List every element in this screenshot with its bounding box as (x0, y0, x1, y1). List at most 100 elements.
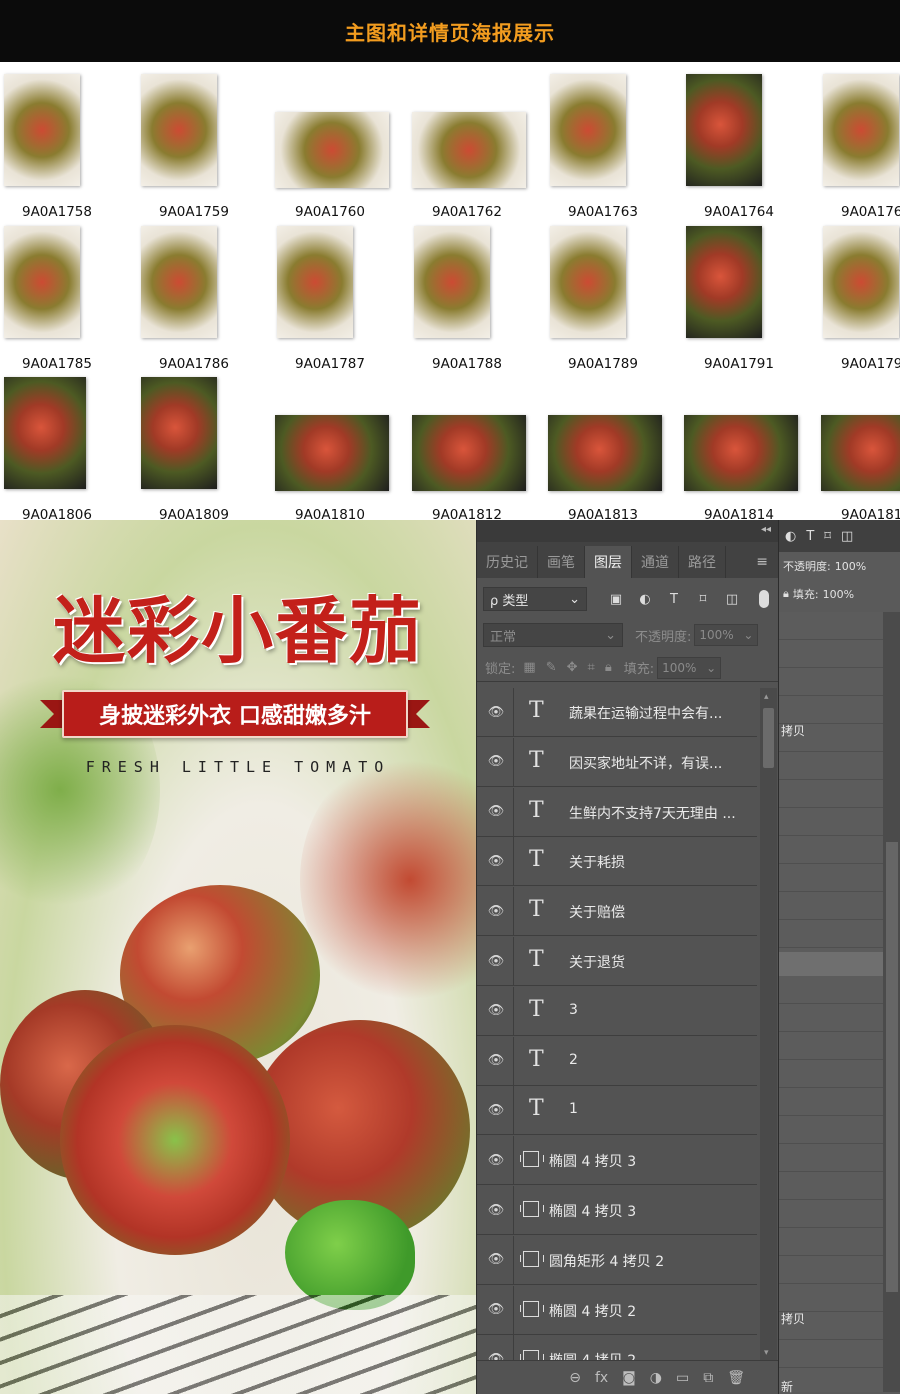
thumbnail-image[interactable] (550, 226, 626, 338)
layer-name[interactable]: 蔬果在运输过程中会有... (569, 703, 722, 723)
shape-filter-icon[interactable]: ⌑ (694, 590, 712, 608)
thumbnail-item[interactable]: 9A0A1763 (548, 72, 684, 223)
thumbnail-item[interactable]: 9A0A1785 (2, 224, 138, 375)
thumbnail-image[interactable] (684, 415, 798, 491)
add-mask-icon[interactable]: ◙ (622, 1370, 636, 1386)
thumbnail-image[interactable] (412, 112, 526, 188)
layer-name[interactable]: 3 (569, 1002, 578, 1018)
side-scrollbar-thumb[interactable] (886, 842, 898, 1292)
visibility-eye-icon[interactable]: 👁︎ (487, 1350, 505, 1360)
tab-0[interactable]: 历史记 (477, 546, 538, 578)
text-icon[interactable]: T (806, 529, 814, 544)
visibility-eye-icon[interactable]: 👁︎ (487, 1301, 505, 1319)
thumbnail-image[interactable] (275, 415, 389, 491)
layer-row[interactable]: 👁︎ T 因买家地址不详，有误... (477, 737, 757, 787)
thumbnail-image[interactable] (141, 74, 217, 186)
layer-row[interactable]: 👁︎ T 2 (477, 1036, 757, 1086)
thumbnail-item[interactable]: 9A0A1813 (548, 375, 684, 526)
layer-name[interactable]: 椭圆 4 拷贝 2 (549, 1301, 636, 1321)
layer-name[interactable]: 关于退货 (569, 952, 625, 972)
thumbnail-item[interactable]: 9A0A1786 (139, 224, 275, 375)
opacity-field[interactable]: 100% ⌄ (694, 624, 759, 646)
thumbnail-image[interactable] (4, 377, 86, 489)
panel-menu-icon[interactable]: ≡ (756, 554, 768, 570)
layer-row[interactable]: 👁︎ T 生鲜内不支持7天无理由 ... (477, 787, 757, 837)
thumbnail-image[interactable] (141, 226, 217, 338)
thumbnail-image[interactable] (277, 226, 353, 338)
new-layer-icon[interactable]: ⧉ (703, 1370, 713, 1386)
trash-icon[interactable]: 🗑︎ (727, 1370, 745, 1386)
thumbnail-item[interactable]: 9A0A1758 (2, 72, 138, 223)
layer-name[interactable]: 椭圆 4 拷贝 2 (549, 1350, 636, 1360)
visibility-eye-icon[interactable]: 👁︎ (487, 753, 505, 771)
thumbnail-item[interactable]: 9A0A1817 (821, 375, 900, 526)
adjustment-filter-icon[interactable]: ◐ (636, 590, 654, 608)
smart-object-filter-icon[interactable]: ◫ (723, 590, 741, 608)
visibility-eye-icon[interactable]: 👁︎ (487, 1002, 505, 1020)
layer-name[interactable]: 因买家地址不详，有误... (569, 753, 722, 773)
collapse-icon[interactable]: ◂◂ (761, 524, 771, 535)
thumbnail-image[interactable] (141, 377, 217, 489)
side-scrollbar[interactable] (883, 612, 900, 1392)
layer-row[interactable]: 👁︎ T 蔬果在运输过程中会有... (477, 688, 757, 737)
layer-row[interactable]: 👁︎ T 1 (477, 1086, 757, 1136)
thumbnail-image[interactable] (412, 415, 526, 491)
layer-name[interactable]: 关于耗损 (569, 852, 625, 872)
thumbnail-item[interactable]: 9A0A1764 (684, 72, 820, 223)
shape-icon[interactable]: ⌑ (824, 529, 831, 544)
link-layers-icon[interactable]: ⊖ (569, 1370, 581, 1386)
thumbnail-image[interactable] (823, 74, 899, 186)
blend-mode-select[interactable]: 正常 ⌄ (483, 623, 623, 647)
layer-name[interactable]: 2 (569, 1052, 578, 1068)
filter-toggle[interactable] (759, 590, 769, 608)
layer-row[interactable]: 👁︎ 圆角矩形 4 拷贝 2 (477, 1235, 757, 1285)
layer-name[interactable]: 椭圆 4 拷贝 3 (549, 1201, 636, 1221)
scroll-down-icon[interactable]: ▾ (764, 1348, 769, 1358)
scroll-up-icon[interactable]: ▴ (764, 692, 769, 702)
adjustment-layer-icon[interactable]: ◑ (650, 1370, 662, 1386)
lock-brush-icon[interactable]: ✎ (546, 660, 557, 675)
thumbnail-image[interactable] (686, 74, 762, 186)
layer-row[interactable]: 👁︎ 椭圆 4 拷贝 2 (477, 1335, 757, 1360)
thumbnail-item[interactable]: 9A0A1809 (139, 375, 275, 526)
text-filter-icon[interactable]: T (665, 590, 683, 608)
visibility-eye-icon[interactable]: 👁︎ (487, 952, 505, 970)
new-group-icon[interactable]: ▭ (676, 1370, 689, 1386)
layer-name[interactable]: 生鲜内不支持7天无理由 ... (569, 803, 736, 823)
thumbnail-image[interactable] (550, 74, 626, 186)
tab-2[interactable]: 图层 (585, 546, 632, 578)
side-opacity-value[interactable]: 100% (835, 560, 866, 573)
image-filter-icon[interactable]: ▣ (607, 590, 625, 608)
visibility-eye-icon[interactable]: 👁︎ (487, 1201, 505, 1219)
visibility-eye-icon[interactable]: 👁︎ (487, 803, 505, 821)
thumbnail-item[interactable]: 9A0A1812 (412, 375, 548, 526)
visibility-eye-icon[interactable]: 👁︎ (487, 703, 505, 721)
fx-icon[interactable]: fx (595, 1370, 608, 1386)
layer-name[interactable]: 关于赔偿 (569, 902, 625, 922)
lock-transparency-icon[interactable]: ▦ (523, 660, 535, 675)
layer-name[interactable]: 圆角矩形 4 拷贝 2 (549, 1251, 664, 1271)
visibility-eye-icon[interactable]: 👁︎ (487, 852, 505, 870)
thumbnail-image[interactable] (275, 112, 389, 188)
visibility-eye-icon[interactable]: 👁︎ (487, 1151, 505, 1169)
thumbnail-image[interactable] (414, 226, 490, 338)
thumbnail-item[interactable]: 9A0A1787 (275, 224, 411, 375)
lock-all-icon[interactable]: 🔒︎ (605, 660, 612, 675)
visibility-eye-icon[interactable]: 👁︎ (487, 1251, 505, 1269)
thumbnail-image[interactable] (4, 74, 80, 186)
filter-kind-select[interactable]: ρ 类型 ⌄ (483, 587, 587, 611)
lock-artboard-icon[interactable]: ⌗ (588, 660, 595, 675)
thumbnail-image[interactable] (823, 226, 899, 338)
visibility-eye-icon[interactable]: 👁︎ (487, 1101, 505, 1119)
thumbnail-item[interactable]: 9A0A1791 (684, 224, 820, 375)
lock-all-icon[interactable]: 🔒︎ (783, 587, 789, 601)
tab-4[interactable]: 路径 (679, 546, 726, 578)
visibility-eye-icon[interactable]: 👁︎ (487, 1052, 505, 1070)
layer-row[interactable]: 👁︎ T 关于退货 (477, 937, 757, 986)
thumbnail-item[interactable]: 9A0A1760 (275, 72, 411, 223)
scrollbar-thumb[interactable] (763, 708, 774, 768)
visibility-eye-icon[interactable]: 👁︎ (487, 902, 505, 920)
thumbnail-item[interactable]: 9A0A1759 (139, 72, 275, 223)
adjustment-icon[interactable]: ◐ (785, 529, 796, 544)
layer-list-scrollbar[interactable]: ▴ ▾ (760, 688, 777, 1360)
